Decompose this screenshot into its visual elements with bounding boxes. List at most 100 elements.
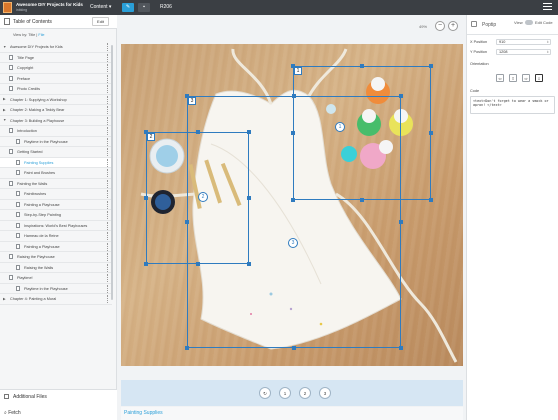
toc-item[interactable]: ▶ Chapter 1: Supplying a Workshop (0, 95, 112, 105)
toc-item[interactable]: Step-by-Step Painting (0, 210, 112, 221)
x-position-field[interactable]: 910 ⇕ (496, 39, 551, 45)
toc-item[interactable]: Painting Supplies (0, 157, 112, 168)
toc-item[interactable]: ▼ Chapter 3: Building a Playhouse (0, 116, 112, 126)
resize-handle[interactable] (360, 198, 364, 202)
resize-handle[interactable] (429, 131, 433, 135)
orientation-right-button[interactable]: ⇨ (522, 74, 530, 82)
orientation-up-button[interactable]: ⇧ (509, 74, 517, 82)
resize-handle[interactable] (292, 94, 296, 98)
toc-item[interactable]: Introduction (0, 126, 112, 137)
chevron-right-icon[interactable]: ▶ (3, 97, 6, 101)
drag-handle-icon[interactable] (107, 221, 109, 230)
code-editor[interactable]: <text>Don't forget to wear a smock or ap… (470, 96, 555, 114)
resize-handle[interactable] (429, 64, 433, 68)
zoom-in-button[interactable]: + (448, 21, 458, 31)
drag-handle-icon[interactable] (107, 211, 109, 219)
drag-handle-icon[interactable] (107, 200, 109, 209)
additional-files-button[interactable]: Additional Files (4, 394, 47, 400)
drag-handle-icon[interactable] (107, 169, 109, 177)
toc-item[interactable]: Playtime! (0, 273, 112, 284)
toc-item[interactable]: Painting a Playhouse (0, 200, 112, 210)
content-menu[interactable]: Content ▾ (90, 4, 111, 10)
drag-handle-icon[interactable] (107, 284, 109, 293)
toc-item[interactable]: Copyright (0, 63, 112, 74)
resize-handle[interactable] (429, 198, 433, 202)
resize-handle[interactable] (195, 130, 200, 134)
resize-handle[interactable] (195, 262, 200, 266)
fetch-button[interactable]: ⌕ Fetch (4, 410, 21, 416)
preview-mode-button[interactable]: ▪ (138, 3, 150, 12)
drag-handle-icon[interactable] (107, 53, 109, 62)
toc-item[interactable]: ▼ Awesome DIY Projects for Kids (0, 42, 112, 53)
orientation-left-button[interactable]: ⇦ (496, 74, 504, 82)
toc-item[interactable]: Raising the Playhouse (0, 252, 112, 263)
resize-handle[interactable] (291, 198, 295, 202)
poptip-marker-1[interactable]: 1 (335, 122, 345, 132)
y-position-field[interactable]: 1208 ⇕ (496, 49, 551, 55)
resize-handle[interactable] (185, 346, 189, 350)
drag-handle-icon[interactable] (107, 64, 109, 72)
drag-handle-icon[interactable] (107, 179, 109, 188)
toc-item[interactable]: Raising the Walls (0, 263, 112, 273)
resize-handle[interactable] (291, 64, 295, 68)
chevron-right-icon[interactable]: ▶ (3, 297, 6, 301)
resize-handle[interactable] (247, 262, 251, 266)
toc-item[interactable]: Getting Started (0, 147, 112, 158)
resize-handle[interactable] (399, 220, 403, 224)
drag-handle-icon[interactable] (107, 295, 109, 303)
painting-supplies-photo[interactable]: 1 3 2 1 2 3 (121, 44, 463, 366)
toc-item[interactable]: Inspirations: World's Best Playhouses (0, 221, 112, 231)
zoom-out-button[interactable]: − (435, 21, 445, 31)
orientation-down-button[interactable]: ⇩ (535, 74, 543, 82)
toc-edit-button[interactable]: Edit (92, 17, 109, 26)
chevron-down-icon[interactable]: ▼ (3, 45, 6, 49)
nav-hotspot-3-button[interactable]: 3 (319, 387, 331, 399)
toc-item[interactable]: Photo Credits (0, 84, 112, 95)
drag-handle-icon[interactable] (107, 43, 109, 51)
resize-handle[interactable] (247, 130, 251, 134)
toc-item[interactable]: ▶ Chapter 2: Making a Teddy Bear (0, 105, 112, 116)
drag-handle-icon[interactable] (107, 74, 109, 83)
drag-handle-icon[interactable] (107, 190, 109, 198)
drag-handle-icon[interactable] (107, 106, 109, 114)
toc-item[interactable]: ▶ Chapter 4: Painting a Mural (0, 294, 112, 305)
drag-handle-icon[interactable] (107, 85, 109, 93)
toc-item[interactable]: Playtime in the Playhouse (0, 284, 112, 294)
toc-item[interactable]: Preface (0, 74, 112, 84)
nav-hotspot-1-button[interactable]: 1 (279, 387, 291, 399)
drag-handle-icon[interactable] (107, 95, 109, 104)
drag-handle-icon[interactable] (107, 148, 109, 156)
toc-item[interactable]: Paint and Brushes (0, 168, 112, 179)
resize-handle[interactable] (292, 346, 296, 350)
hamburger-icon[interactable] (543, 3, 552, 11)
resize-handle[interactable] (399, 94, 403, 98)
stepper-icon[interactable]: ⇕ (546, 40, 549, 45)
poptip-marker-3[interactable]: 3 (288, 238, 298, 248)
drag-handle-icon[interactable] (107, 116, 109, 125)
resize-handle[interactable] (144, 262, 148, 266)
drag-handle-icon[interactable] (107, 127, 109, 135)
resize-handle[interactable] (185, 94, 189, 98)
toc-item[interactable]: Hameau de la Reine (0, 231, 112, 242)
drag-handle-icon[interactable] (107, 137, 109, 146)
drag-handle-icon[interactable] (107, 158, 109, 167)
view-by-file-link[interactable]: File (38, 33, 44, 37)
poptip-marker-2[interactable]: 2 (198, 192, 208, 202)
drag-handle-icon[interactable] (107, 242, 109, 251)
resize-handle[interactable] (144, 130, 148, 134)
resize-handle[interactable] (185, 220, 189, 224)
nav-hotspot-2-button[interactable]: 2 (299, 387, 311, 399)
view-by-toggle[interactable]: View by: Title | File (13, 33, 45, 37)
drag-handle-icon[interactable] (107, 274, 109, 282)
stepper-icon[interactable]: ⇕ (546, 50, 549, 55)
resize-handle[interactable] (144, 196, 148, 200)
drag-handle-icon[interactable] (107, 232, 109, 240)
toc-item[interactable]: Painting a Playhouse (0, 242, 112, 252)
resize-handle[interactable] (360, 64, 364, 68)
chevron-right-icon[interactable]: ▶ (3, 108, 6, 112)
view-edit-toggle[interactable] (525, 20, 533, 25)
resize-handle[interactable] (399, 346, 403, 350)
drag-handle-icon[interactable] (107, 263, 109, 272)
resize-handle[interactable] (291, 131, 295, 135)
toc-scrollbar[interactable] (111, 45, 113, 300)
